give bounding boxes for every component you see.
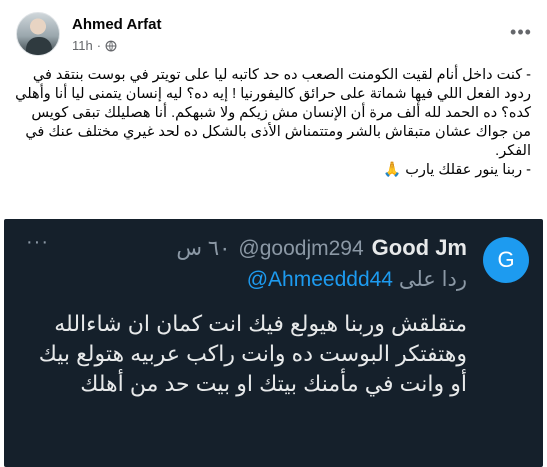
author-avatar[interactable] <box>16 12 60 56</box>
author-name[interactable]: Ahmed Arfat <box>72 16 161 33</box>
more-options-icon: ··· <box>26 231 49 253</box>
tweet-reply-line: ردا على @Ahmeeddd44 <box>247 267 467 292</box>
post-header: Ahmed Arfat 11h · ••• <box>16 12 535 58</box>
tweet-display-name: Good Jm <box>371 235 467 260</box>
post-paragraph: - ربنا ينور عقلك يارب 🙏 <box>383 162 531 178</box>
post-paragraph: - كنت داخل أنام لقيت الكومنت الصعب ده حد… <box>15 67 531 159</box>
post-time[interactable]: 11h <box>72 38 93 53</box>
post-text: - كنت داخل أنام لقيت الكومنت الصعب ده حد… <box>14 66 531 180</box>
tweet-handle: @goodjm294 <box>238 237 364 260</box>
globe-icon[interactable] <box>105 40 117 52</box>
facebook-post: Ahmed Arfat 11h · ••• - كنت داخل أنام لق… <box>0 0 547 467</box>
more-options-icon[interactable]: ••• <box>507 18 535 46</box>
reply-mention: @Ahmeeddd44 <box>246 268 393 291</box>
reply-label: ردا على <box>398 268 467 291</box>
tweet-body: متقلقش وربنا هيولع فيك انت كمان ان شاءال… <box>38 311 467 396</box>
post-meta: 11h · <box>72 38 117 53</box>
tweet-header: Good Jm @goodjm294 ٦٠ س <box>176 235 467 261</box>
tweet-avatar: G <box>483 237 529 283</box>
tweet-time: ٦٠ س <box>176 237 231 260</box>
tweet-screenshot-image[interactable]: ··· G Good Jm @goodjm294 ٦٠ س ردا على @A… <box>4 219 543 467</box>
